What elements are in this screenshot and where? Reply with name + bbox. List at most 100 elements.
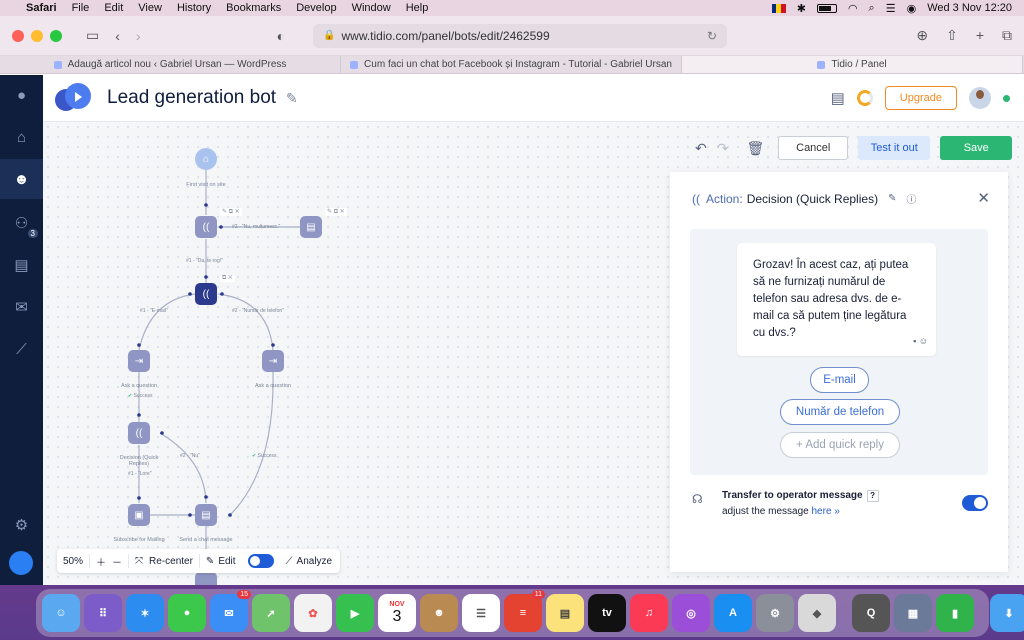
siri-icon[interactable]: ◉ (907, 2, 917, 15)
downloads-icon[interactable]: ⊕ (916, 27, 928, 44)
tab-tutorial[interactable]: Cum faci un chat bot Facebook și Instagr… (341, 56, 682, 73)
messages-icon[interactable]: ● (168, 594, 206, 632)
quick-reply-email[interactable]: E-mail (810, 367, 869, 393)
podcasts-icon[interactable]: ◎ (672, 594, 710, 632)
help-icon[interactable]: ⓘ (906, 191, 916, 206)
address-bar[interactable]: 🔒 www.tidio.com/panel/bots/edit/2462599 … (313, 23, 728, 48)
message-bubble[interactable]: Grozav! În acest caz, ați putea să ne fu… (737, 243, 936, 356)
spotlight-icon[interactable]: ⌕ (869, 2, 875, 15)
flow-node-subscribe[interactable]: ▣ (128, 504, 150, 526)
quick-reply-phone[interactable]: Număr de telefon (780, 399, 900, 425)
flow-node-message-1[interactable]: ▤ (300, 216, 322, 238)
launchpad-icon[interactable]: ⠿ (84, 594, 122, 632)
transfer-here-link[interactable]: here » (812, 506, 840, 517)
apple-tv-icon[interactable]: tv (588, 594, 626, 632)
flow-node-ask-2[interactable]: ⇥ (262, 350, 284, 372)
edit-title-icon[interactable]: ✎ (286, 90, 298, 107)
quicktime-icon[interactable]: Q (852, 594, 890, 632)
flow-node-ask-1[interactable]: ⇥ (128, 350, 150, 372)
tab-wordpress[interactable]: Adaugă articol nou ‹ Gabriel Ursan — Wor… (0, 56, 341, 73)
menu-window[interactable]: Window (352, 2, 391, 14)
safari-icon[interactable]: ✶ (126, 594, 164, 632)
menu-bookmarks[interactable]: Bookmarks (226, 2, 281, 14)
numbers-icon[interactable]: ▮ (936, 594, 974, 632)
facetime-icon[interactable]: ▶ (336, 594, 374, 632)
notifications-icon[interactable]: ▤ (831, 89, 845, 107)
redo-icon[interactable]: ↷ (717, 140, 729, 157)
photos-icon[interactable]: ✿ (294, 594, 332, 632)
new-tab-icon[interactable]: + (976, 27, 984, 44)
reload-icon[interactable]: ↻ (707, 29, 717, 43)
menu-help[interactable]: Help (406, 2, 429, 14)
help-icon[interactable]: ? (866, 490, 879, 502)
menu-develop[interactable]: Develop (296, 2, 336, 14)
flow-node-decision-2[interactable]: (( (128, 422, 150, 444)
edit-action-icon[interactable]: ✎ (888, 193, 896, 204)
roblox-icon[interactable]: ◆ (798, 594, 836, 632)
undo-icon[interactable]: ↶ (695, 140, 707, 157)
save-button[interactable]: Save (940, 136, 1013, 160)
mail-icon[interactable]: ✉ 15 (210, 590, 251, 632)
trash-icon[interactable]: 🗑 (746, 140, 764, 157)
flow-node-decision-selected[interactable]: (( (195, 283, 217, 305)
system-preferences-icon[interactable]: ⚙ (756, 594, 794, 632)
sidebar-item-home[interactable]: ⌂ (0, 117, 43, 157)
maps-icon[interactable]: ➚ (252, 594, 290, 632)
zoom-in-button[interactable]: ＋ (90, 554, 112, 569)
close-icon[interactable]: ✕ (977, 189, 990, 207)
avatar[interactable] (969, 87, 991, 109)
flow-node-send[interactable]: ▤ (195, 504, 217, 526)
node-toolbar[interactable]: ⧉ ✕ (220, 275, 235, 282)
edit-mode[interactable]: ✎ Edit (200, 556, 242, 567)
close-window-button[interactable] (12, 29, 24, 42)
contacts-icon[interactable]: ☻ (420, 594, 458, 632)
back-icon[interactable]: ‹ (115, 28, 120, 44)
onboarding-progress-icon[interactable] (856, 90, 873, 106)
input-source-flag-icon[interactable] (771, 3, 786, 13)
control-center-icon[interactable]: ☰ (886, 2, 896, 15)
share-icon[interactable]: ⇧ (946, 27, 958, 44)
minimize-window-button[interactable] (31, 29, 43, 42)
node-toolbar[interactable]: ✎ ⧉ ✕ (325, 208, 347, 216)
sidebar-item-chat[interactable]: ● (0, 75, 43, 115)
recenter-button[interactable]: ⤧ Re-center (129, 556, 199, 567)
test-it-out-button[interactable]: Test it out (858, 136, 931, 160)
notes-icon[interactable]: ▤ (546, 594, 584, 632)
emoji-icon[interactable]: ☺ (919, 336, 928, 346)
reminders-icon[interactable]: ☰ (462, 594, 500, 632)
sidebar-item-analytics[interactable]: ⟋ (0, 329, 43, 369)
menu-file[interactable]: File (72, 2, 90, 14)
sidebar-item-settings[interactable]: ⚙ (0, 505, 43, 545)
flow-node-partial[interactable] (195, 572, 217, 585)
tab-tidio-panel[interactable]: Tidio / Panel (682, 56, 1023, 73)
downloads-folder-icon[interactable]: ⬇ (990, 594, 1024, 632)
menu-view[interactable]: View (138, 2, 162, 14)
privacy-shield-icon[interactable]: ◐ (277, 28, 285, 44)
add-quick-reply-button[interactable]: + Add quick reply (780, 432, 900, 458)
menu-app[interactable]: Safari (26, 2, 57, 14)
sidebar-item-bots[interactable]: ☻ (0, 159, 43, 199)
upgrade-button[interactable]: Upgrade (884, 86, 957, 110)
finder-icon[interactable]: ☺ (42, 594, 80, 632)
sidebar-item-mailing[interactable]: ✉ (0, 287, 43, 327)
sidebar-toggle-icon[interactable]: ▭ (86, 27, 99, 44)
transfer-operator-toggle[interactable] (962, 495, 988, 511)
music-icon[interactable]: ♫ (630, 594, 668, 632)
menubar-clock[interactable]: Wed 3 Nov 12:20 (927, 2, 1012, 14)
zoom-out-button[interactable]: － (112, 554, 128, 569)
bluetooth-icon[interactable]: ✱ (797, 2, 806, 15)
analyze-mode[interactable]: ⟋ Analyze (280, 556, 339, 567)
app-store-icon[interactable]: A (714, 594, 752, 632)
tab-overview-icon[interactable]: ⧉ (1002, 27, 1012, 44)
menu-history[interactable]: History (177, 2, 211, 14)
edit-analyze-toggle[interactable] (247, 554, 274, 568)
calendar-icon[interactable]: NOV 3 (378, 594, 416, 632)
node-toolbar[interactable]: ✎ ⧉ ✕ (220, 208, 242, 216)
attachment-icon[interactable]: ▪ (913, 336, 916, 346)
tidio-logo-icon[interactable] (9, 551, 33, 575)
sidebar-item-contacts[interactable]: ▤ (0, 245, 43, 285)
todoist-icon[interactable]: ≡ 11 (504, 590, 545, 632)
menu-edit[interactable]: Edit (104, 2, 123, 14)
zoom-window-button[interactable] (50, 29, 62, 42)
flow-node-decision-1[interactable]: (( (195, 216, 217, 238)
